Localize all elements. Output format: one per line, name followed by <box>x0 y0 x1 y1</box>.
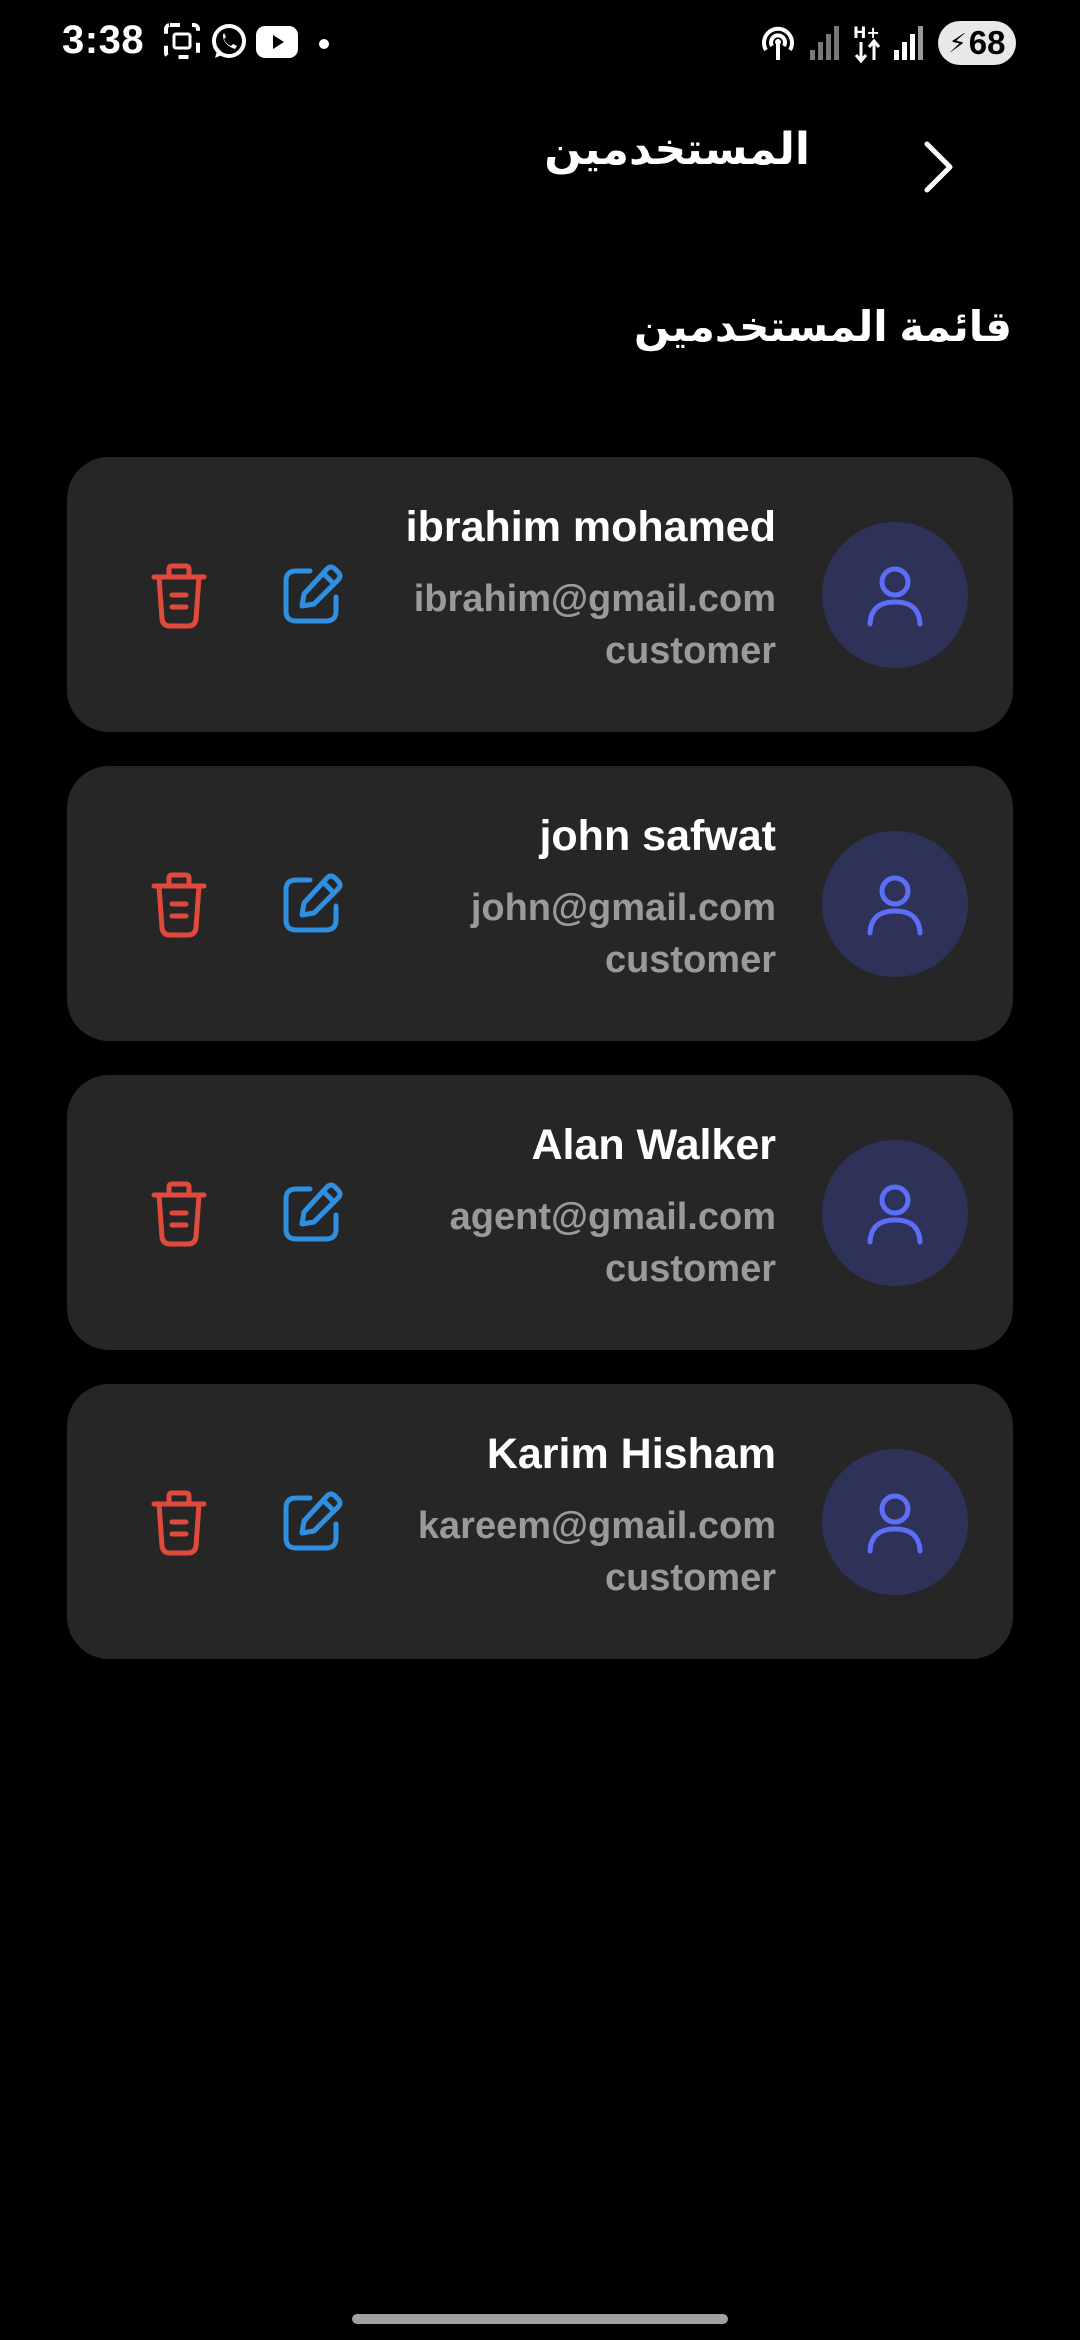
edit-button[interactable] <box>280 1181 344 1245</box>
avatar <box>822 1140 968 1286</box>
delete-button[interactable] <box>151 1490 207 1556</box>
edit-button[interactable] <box>280 563 344 627</box>
user-info: john safwat john@gmail.com customer <box>471 810 776 986</box>
user-name: Karim Hisham <box>486 1430 776 1478</box>
user-info: ibrahim mohamed ibrahim@gmail.com custom… <box>406 501 776 677</box>
user-email: ibrahim@gmail.com <box>413 578 776 620</box>
delete-button[interactable] <box>151 872 207 938</box>
user-email: kareem@gmail.com <box>417 1505 776 1547</box>
edit-icon <box>283 564 343 624</box>
user-info: Karim Hisham kareem@gmail.com customer <box>418 1428 776 1604</box>
edit-button[interactable] <box>280 1490 344 1554</box>
user-role: customer <box>604 630 776 672</box>
hotspot-icon <box>762 26 794 60</box>
page-title: المستخدمين <box>544 125 810 174</box>
battery-level: 68 <box>968 24 1006 61</box>
avatar <box>822 1449 968 1595</box>
app-header: المستخدمين <box>0 110 1080 210</box>
svg-text:H+: H+ <box>853 23 880 42</box>
edit-button[interactable] <box>280 872 344 936</box>
user-email: agent@gmail.com <box>449 1196 776 1238</box>
user-card[interactable]: Karim Hisham kareem@gmail.com customer <box>67 1384 1013 1659</box>
user-list: ibrahim mohamed ibrahim@gmail.com custom… <box>67 457 1013 1693</box>
section-title: قائمة المستخدمين <box>633 303 1012 350</box>
delete-button[interactable] <box>151 563 207 629</box>
back-button[interactable] <box>910 132 970 202</box>
user-icon <box>867 1184 923 1245</box>
user-role: customer <box>604 1248 776 1290</box>
user-icon <box>867 566 923 627</box>
user-name: john safwat <box>539 812 776 860</box>
trash-icon <box>151 1181 207 1247</box>
edit-icon <box>283 873 343 933</box>
status-bar: 3:38 H+ ⚡ 68 <box>0 0 1080 90</box>
home-indicator[interactable] <box>352 2314 728 2324</box>
dot-icon <box>319 39 329 49</box>
user-role: customer <box>604 939 776 981</box>
user-email: john@gmail.com <box>470 887 776 929</box>
user-icon <box>867 875 923 936</box>
screenshot-icon <box>164 23 200 59</box>
delete-button[interactable] <box>151 1181 207 1247</box>
signal-icon <box>894 26 923 60</box>
avatar <box>822 831 968 977</box>
user-name: ibrahim mohamed <box>405 503 776 551</box>
user-role: customer <box>604 1557 776 1599</box>
trash-icon <box>151 1490 207 1556</box>
signal-weak-icon <box>810 26 839 60</box>
battery-icon: ⚡ 68 <box>938 21 1016 65</box>
user-card[interactable]: ibrahim mohamed ibrahim@gmail.com custom… <box>67 457 1013 732</box>
trash-icon <box>151 872 207 938</box>
data-arrows-icon: H+ <box>853 23 881 64</box>
edit-icon <box>283 1182 343 1242</box>
avatar <box>822 522 968 668</box>
chevron-right-icon <box>924 141 953 193</box>
user-icon <box>867 1493 923 1554</box>
edit-icon <box>283 1491 343 1551</box>
user-card[interactable]: john safwat john@gmail.com customer <box>67 766 1013 1041</box>
trash-icon <box>151 563 207 629</box>
user-name: Alan Walker <box>531 1121 776 1169</box>
whatsapp-icon <box>212 24 246 58</box>
youtube-icon <box>256 26 298 58</box>
status-time: 3:38 <box>62 18 145 62</box>
user-info: Alan Walker agent@gmail.com customer <box>450 1119 776 1295</box>
user-card[interactable]: Alan Walker agent@gmail.com customer <box>67 1075 1013 1350</box>
